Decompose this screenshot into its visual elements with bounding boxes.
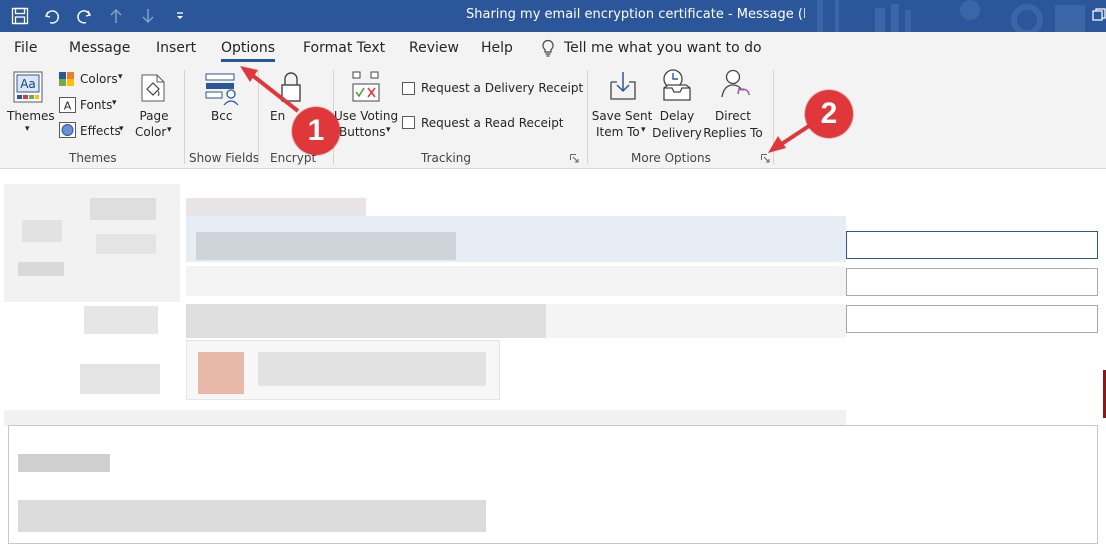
blurred-subject-field — [186, 304, 546, 338]
tell-me-search[interactable]: Tell me what you want to do — [540, 38, 762, 58]
restore-window-icon[interactable] — [1092, 8, 1106, 22]
page-color-label-line2: Color — [135, 125, 167, 139]
blurred-recipient — [196, 232, 456, 260]
blurred-attachment-name — [258, 352, 486, 386]
fonts-icon: A — [59, 97, 76, 113]
delivery-receipt-label: Request a Delivery Receipt — [421, 81, 584, 95]
group-separator — [258, 70, 259, 164]
blurred-region — [90, 198, 156, 220]
blurred-region — [80, 364, 160, 394]
page-color-icon — [141, 74, 165, 102]
direct-label-line1: Direct — [715, 109, 751, 123]
save-sent-item-icon — [610, 72, 636, 100]
blurred-region — [84, 306, 158, 334]
tab-review[interactable]: Review — [409, 40, 459, 56]
blurred-region — [96, 234, 156, 254]
effects-label: Effects — [80, 124, 121, 138]
read-receipt-checkbox[interactable] — [402, 116, 415, 129]
group-label-themes: Themes — [69, 151, 117, 165]
window-title: Sharing my email encryption certificate … — [466, 7, 845, 22]
page-color-dropdown-icon: ▾ — [167, 125, 172, 135]
quick-access-toolbar — [6, 0, 194, 32]
cc-input[interactable] — [846, 268, 1098, 296]
themes-dropdown-icon: ▾ — [25, 124, 30, 134]
title-bar-decoration — [805, 0, 1106, 32]
step-1-badge: 1 — [292, 107, 340, 155]
themes-label: Themes — [7, 109, 55, 123]
bcc-label: Bcc — [211, 109, 233, 123]
voting-label-line1: Use Voting — [334, 109, 399, 123]
fonts-dropdown-icon: ▾ — [112, 98, 117, 108]
colors-label: Colors — [80, 72, 118, 86]
effects-dropdown-icon: ▾ — [119, 124, 124, 134]
step-2-badge: 2 — [805, 90, 853, 138]
bcc-icon — [205, 73, 239, 106]
blurred-region — [22, 220, 62, 242]
voting-dropdown-icon: ▾ — [386, 125, 391, 135]
attachment-icon — [198, 352, 244, 394]
customize-qat-icon[interactable] — [166, 2, 194, 30]
blurred-cc-field — [186, 266, 846, 296]
group-separator — [587, 70, 588, 164]
page-color-label-line1: Page — [139, 109, 169, 123]
more-options-dialog-launcher-icon[interactable] — [761, 154, 770, 163]
direct-label-line2: Replies To — [703, 126, 763, 140]
tell-me-label: Tell me what you want to do — [564, 40, 762, 56]
tab-options[interactable]: Options — [221, 40, 276, 62]
tab-help[interactable]: Help — [481, 40, 513, 56]
fonts-label: Fonts — [80, 98, 113, 112]
direct-replies-icon — [721, 69, 750, 98]
blurred-region — [18, 262, 64, 276]
group-label-show-fields: Show Fields — [189, 151, 260, 165]
encrypt-label: En — [270, 109, 286, 123]
tracking-dialog-launcher-icon[interactable] — [570, 154, 579, 163]
blurred-region — [546, 304, 846, 338]
lock-icon — [281, 72, 301, 102]
svg-text:Aa: Aa — [20, 77, 36, 91]
blurred-region — [4, 410, 846, 426]
ribbon-options: Aa Themes ▾ Colors ▾ A Fonts ▾ Effects ▾ — [0, 64, 1106, 169]
blurred-body-text — [18, 500, 486, 532]
up-arrow-icon[interactable] — [102, 2, 130, 30]
group-separator — [773, 70, 774, 164]
voting-label-line2: Buttons — [339, 125, 386, 139]
group-separator — [184, 70, 185, 164]
read-receipt-label: Request a Read Receipt — [421, 116, 564, 130]
svg-text:A: A — [64, 100, 72, 113]
save-sent-label-line1: Save Sent — [591, 109, 653, 123]
group-label-more-options: More Options — [631, 151, 711, 165]
colors-dropdown-icon: ▾ — [118, 72, 123, 82]
save-sent-dropdown-icon: ▾ — [641, 125, 646, 135]
group-label-tracking: Tracking — [421, 151, 471, 165]
subject-input[interactable] — [846, 305, 1098, 333]
voting-buttons-icon — [352, 71, 380, 102]
lightbulb-icon — [542, 39, 554, 57]
save-sent-label-line2: Item To — [596, 125, 640, 139]
delivery-receipt-checkbox[interactable] — [402, 82, 415, 95]
down-arrow-icon[interactable] — [134, 2, 162, 30]
title-bar: Sharing my email encryption certificate … — [0, 0, 1106, 32]
undo-icon[interactable] — [38, 2, 66, 30]
save-icon[interactable] — [6, 2, 34, 30]
effects-icon — [59, 122, 76, 138]
tab-format-text[interactable]: Format Text — [303, 40, 385, 56]
themes-icon: Aa — [13, 71, 43, 103]
redo-icon[interactable] — [70, 2, 98, 30]
delay-delivery-icon — [663, 69, 691, 101]
to-input[interactable] — [846, 231, 1098, 259]
blurred-body-text — [18, 454, 110, 472]
delay-label-line2: Delivery — [652, 126, 702, 140]
delay-label-line1: Delay — [659, 109, 695, 123]
tab-file[interactable]: File — [14, 40, 37, 56]
tab-insert[interactable]: Insert — [156, 40, 196, 56]
tab-message[interactable]: Message — [69, 40, 130, 56]
colors-icon — [59, 72, 74, 86]
